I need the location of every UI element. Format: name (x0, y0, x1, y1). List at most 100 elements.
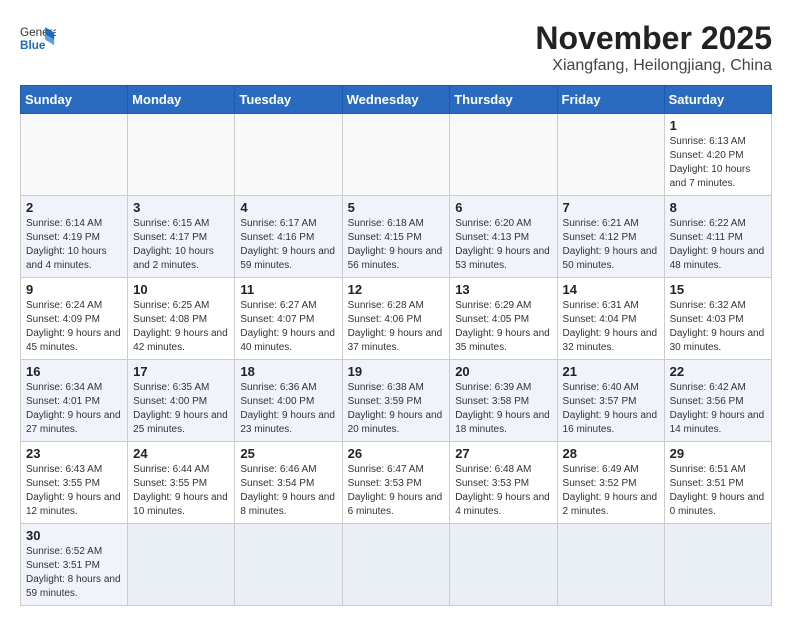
day-info: Sunrise: 6:15 AM Sunset: 4:17 PM Dayligh… (133, 217, 229, 273)
calendar-day-cell: 18Sunrise: 6:36 AM Sunset: 4:00 PM Dayli… (235, 360, 342, 442)
calendar-day-cell: 28Sunrise: 6:49 AM Sunset: 3:52 PM Dayli… (557, 442, 664, 524)
calendar-day-cell (21, 114, 128, 196)
calendar-day-cell: 19 Sunrise: 6:38 AM Sunset: 3:59 PM Dayli… (342, 360, 450, 442)
calendar-week-row: 9Sunrise: 6:24 AM Sunset: 4:09 PM Daylig… (21, 278, 772, 360)
logo: General Blue (20, 20, 56, 56)
svg-text:Blue: Blue (20, 39, 46, 52)
calendar-day-cell: 9Sunrise: 6:24 AM Sunset: 4:09 PM Daylig… (21, 278, 128, 360)
day-info: Sunrise: 6:40 AM Sunset: 3:57 PM Dayligh… (563, 381, 659, 437)
calendar-week-row: 30Sunrise: 6:52 AM Sunset: 3:51 PM Dayli… (21, 524, 772, 606)
day-number: 15 (670, 282, 766, 297)
calendar-day-cell: 16Sunrise: 6:34 AM Sunset: 4:01 PM Dayli… (21, 360, 128, 442)
day-info: Sunrise: 6:43 AM Sunset: 3:55 PM Dayligh… (26, 463, 122, 519)
day-number: 1 (670, 118, 766, 133)
day-info: Sunrise: 6:14 AM Sunset: 4:19 PM Dayligh… (26, 217, 122, 273)
weekday-header-wednesday: Wednesday (342, 86, 450, 114)
day-info: Sunrise: 6:36 AM Sunset: 4:00 PM Dayligh… (240, 381, 336, 437)
day-info: Sunrise: 6:47 AM Sunset: 3:53 PM Dayligh… (348, 463, 445, 519)
calendar-day-cell: 6 Sunrise: 6:20 AM Sunset: 4:13 PM Daylig… (450, 196, 557, 278)
title-area: November 2025 Xiangfang, Heilongjiang, C… (535, 20, 772, 75)
calendar-day-cell (557, 114, 664, 196)
day-info: Sunrise: 6:32 AM Sunset: 4:03 PM Dayligh… (670, 299, 766, 355)
weekday-header-thursday: Thursday (450, 86, 557, 114)
day-info: Sunrise: 6:22 AM Sunset: 4:11 PM Dayligh… (670, 217, 766, 273)
calendar-day-cell: 15 Sunrise: 6:32 AM Sunset: 4:03 PM Dayli… (664, 278, 771, 360)
day-info: Sunrise: 6:28 AM Sunset: 4:06 PM Dayligh… (348, 299, 445, 355)
day-number: 28 (563, 446, 659, 461)
calendar-day-cell: 26 Sunrise: 6:47 AM Sunset: 3:53 PM Dayli… (342, 442, 450, 524)
calendar-day-cell: 14Sunrise: 6:31 AM Sunset: 4:04 PM Dayli… (557, 278, 664, 360)
calendar-day-cell: 8 Sunrise: 6:22 AM Sunset: 4:11 PM Daylig… (664, 196, 771, 278)
calendar-day-cell: 4Sunrise: 6:17 AM Sunset: 4:16 PM Daylig… (235, 196, 342, 278)
calendar-day-cell: 3Sunrise: 6:15 AM Sunset: 4:17 PM Daylig… (128, 196, 235, 278)
day-info: Sunrise: 6:52 AM Sunset: 3:51 PM Dayligh… (26, 545, 122, 601)
weekday-header-friday: Friday (557, 86, 664, 114)
day-number: 6 (455, 200, 551, 215)
day-info: Sunrise: 6:25 AM Sunset: 4:08 PM Dayligh… (133, 299, 229, 355)
calendar-day-cell (450, 524, 557, 606)
weekday-header-row: SundayMondayTuesdayWednesdayThursdayFrid… (21, 86, 772, 114)
calendar-day-cell (128, 524, 235, 606)
month-title: November 2025 (535, 20, 772, 57)
calendar-day-cell: 29Sunrise: 6:51 AM Sunset: 3:51 PM Dayli… (664, 442, 771, 524)
day-number: 21 (563, 364, 659, 379)
day-number: 7 (563, 200, 659, 215)
calendar-day-cell: 25 Sunrise: 6:46 AM Sunset: 3:54 PM Dayli… (235, 442, 342, 524)
calendar-day-cell: 10 Sunrise: 6:25 AM Sunset: 4:08 PM Dayli… (128, 278, 235, 360)
calendar-day-cell (128, 114, 235, 196)
calendar-table: SundayMondayTuesdayWednesdayThursdayFrid… (20, 85, 772, 606)
day-number: 9 (26, 282, 122, 297)
day-info: Sunrise: 6:51 AM Sunset: 3:51 PM Dayligh… (670, 463, 766, 519)
weekday-header-tuesday: Tuesday (235, 86, 342, 114)
calendar-day-cell (557, 524, 664, 606)
day-number: 20 (455, 364, 551, 379)
day-info: Sunrise: 6:20 AM Sunset: 4:13 PM Dayligh… (455, 217, 551, 273)
day-number: 19 (348, 364, 445, 379)
calendar-day-cell: 7 Sunrise: 6:21 AM Sunset: 4:12 PM Daylig… (557, 196, 664, 278)
calendar-week-row: 2 Sunrise: 6:14 AM Sunset: 4:19 PM Daylig… (21, 196, 772, 278)
day-number: 10 (133, 282, 229, 297)
day-info: Sunrise: 6:13 AM Sunset: 4:20 PM Dayligh… (670, 135, 766, 191)
weekday-header-saturday: Saturday (664, 86, 771, 114)
day-info: Sunrise: 6:48 AM Sunset: 3:53 PM Dayligh… (455, 463, 551, 519)
calendar-day-cell: 21 Sunrise: 6:40 AM Sunset: 3:57 PM Dayli… (557, 360, 664, 442)
day-number: 24 (133, 446, 229, 461)
day-info: Sunrise: 6:35 AM Sunset: 4:00 PM Dayligh… (133, 381, 229, 437)
calendar-day-cell: 27 Sunrise: 6:48 AM Sunset: 3:53 PM Dayli… (450, 442, 557, 524)
calendar-day-cell (235, 114, 342, 196)
calendar-day-cell (235, 524, 342, 606)
day-number: 8 (670, 200, 766, 215)
calendar-day-cell: 12 Sunrise: 6:28 AM Sunset: 4:06 PM Dayli… (342, 278, 450, 360)
day-info: Sunrise: 6:38 AM Sunset: 3:59 PM Dayligh… (348, 381, 445, 437)
day-number: 23 (26, 446, 122, 461)
calendar-day-cell: 17 Sunrise: 6:35 AM Sunset: 4:00 PM Dayli… (128, 360, 235, 442)
calendar-day-cell (664, 524, 771, 606)
day-info: Sunrise: 6:39 AM Sunset: 3:58 PM Dayligh… (455, 381, 551, 437)
day-number: 25 (240, 446, 336, 461)
day-number: 11 (240, 282, 336, 297)
calendar-day-cell (450, 114, 557, 196)
calendar-day-cell: 2 Sunrise: 6:14 AM Sunset: 4:19 PM Daylig… (21, 196, 128, 278)
day-number: 12 (348, 282, 445, 297)
weekday-header-monday: Monday (128, 86, 235, 114)
day-number: 5 (348, 200, 445, 215)
calendar-header: General Blue November 2025 Xiangfang, He… (20, 20, 772, 75)
day-number: 16 (26, 364, 122, 379)
calendar-day-cell: 23 Sunrise: 6:43 AM Sunset: 3:55 PM Dayli… (21, 442, 128, 524)
calendar-week-row: 1 Sunrise: 6:13 AM Sunset: 4:20 PM Daylig… (21, 114, 772, 196)
day-info: Sunrise: 6:27 AM Sunset: 4:07 PM Dayligh… (240, 299, 336, 355)
day-info: Sunrise: 6:21 AM Sunset: 4:12 PM Dayligh… (563, 217, 659, 273)
day-info: Sunrise: 6:46 AM Sunset: 3:54 PM Dayligh… (240, 463, 336, 519)
day-number: 4 (240, 200, 336, 215)
day-number: 14 (563, 282, 659, 297)
day-info: Sunrise: 6:44 AM Sunset: 3:55 PM Dayligh… (133, 463, 229, 519)
location-title: Xiangfang, Heilongjiang, China (535, 57, 772, 75)
calendar-day-cell: 11 Sunrise: 6:27 AM Sunset: 4:07 PM Dayli… (235, 278, 342, 360)
day-number: 26 (348, 446, 445, 461)
day-number: 27 (455, 446, 551, 461)
day-number: 17 (133, 364, 229, 379)
day-number: 2 (26, 200, 122, 215)
day-info: Sunrise: 6:18 AM Sunset: 4:15 PM Dayligh… (348, 217, 445, 273)
calendar-day-cell: 13Sunrise: 6:29 AM Sunset: 4:05 PM Dayli… (450, 278, 557, 360)
calendar-day-cell: 5 Sunrise: 6:18 AM Sunset: 4:15 PM Daylig… (342, 196, 450, 278)
